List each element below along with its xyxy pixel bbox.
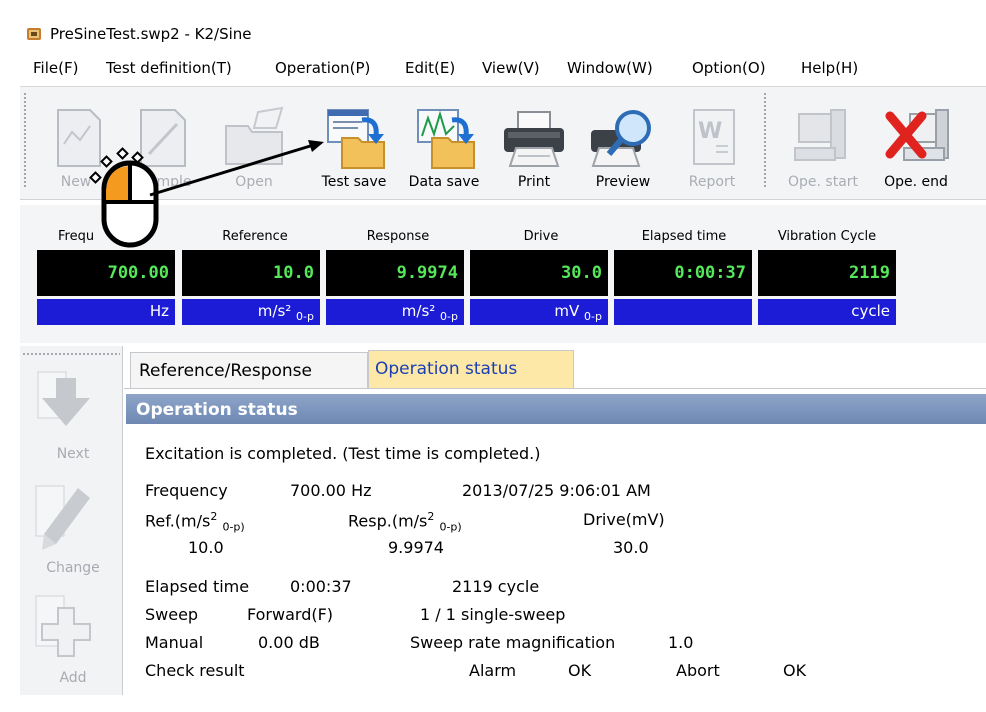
svg-text:W: W [698, 119, 722, 144]
sweep-rate-label: Sweep rate magnification [410, 633, 616, 652]
drive-caption: Drive [523, 229, 559, 244]
operation-start-button[interactable]: Ope. start [778, 92, 868, 196]
vibration-cycle-unit: cycle [758, 299, 896, 325]
toolbar-grip[interactable] [23, 92, 27, 188]
toolbar-grip-2[interactable] [763, 92, 767, 188]
tab-reference-response[interactable]: Reference/Response [130, 352, 368, 388]
alarm-label: Alarm [469, 661, 517, 680]
print-button[interactable]: Print [494, 92, 574, 196]
operation-status-header: Operation status [126, 394, 986, 424]
abort-result: OK [783, 661, 807, 680]
menu-help[interactable]: Help(H) [801, 59, 858, 77]
frequency-readout: 700.00 Hz [290, 481, 372, 500]
plus-icon [35, 595, 91, 657]
manual-label: Manual [145, 633, 204, 652]
sweep-label: Sweep [145, 605, 199, 624]
frequency-label: Frequency [145, 481, 228, 500]
operation-start-icon [794, 109, 846, 161]
mouse-click-annotation [89, 140, 324, 248]
drive-value: 30.0 [470, 250, 608, 296]
operation-end-icon [885, 109, 949, 161]
mouse-icon [101, 160, 159, 248]
pointer-arrow [149, 140, 324, 197]
report-label: Report [688, 174, 736, 190]
change-label: Change [46, 560, 100, 576]
operation-start-label: Ope. start [787, 174, 859, 190]
response-value: 9.9974 [326, 250, 464, 296]
menu-edit[interactable]: Edit(E) [405, 59, 455, 77]
elapsed-time-unit [614, 299, 752, 325]
change-button[interactable]: Change [28, 480, 118, 600]
operation-end-button[interactable]: Ope. end [868, 92, 964, 196]
completion-message: Excitation is completed. (Test time is c… [145, 444, 541, 463]
report-button[interactable]: W Report [672, 92, 752, 196]
down-arrow-icon [37, 371, 90, 426]
response-unit: m/s² 0-p [326, 299, 464, 325]
vibration-cycle-value: 2119 [758, 250, 896, 296]
vibration-cycle-caption: Vibration Cycle [777, 229, 877, 244]
pencil-icon [35, 485, 90, 550]
cycle-readout: 2119 cycle [452, 577, 540, 596]
menu-view[interactable]: View(V) [482, 59, 540, 77]
next-label: Next [56, 446, 90, 462]
drive-readout: 30.0 [613, 538, 649, 557]
menu-test-definition[interactable]: Test definition(T) [106, 59, 232, 77]
add-label: Add [59, 670, 87, 686]
data-save-label: Data save [408, 174, 480, 190]
elapsed-label: Elapsed time [145, 577, 250, 596]
sweep-count: 1 / 1 single-sweep [420, 605, 566, 624]
timestamp: 2013/07/25 9:06:01 AM [462, 481, 651, 500]
magnifier-preview-icon [591, 110, 651, 167]
drive-column-label: Drive(mV) [583, 510, 665, 529]
ref-readout: 10.0 [188, 538, 224, 557]
frequency-unit: Hz [37, 299, 175, 325]
reference-unit: m/s² 0-p [182, 299, 320, 325]
drive-unit: mV 0-p [470, 299, 608, 325]
alarm-result: OK [568, 661, 592, 680]
menu-option[interactable]: Option(O) [692, 59, 766, 77]
preview-label: Preview [595, 174, 651, 190]
preview-button[interactable]: Preview [578, 92, 668, 196]
resp-readout: 9.9974 [388, 538, 444, 557]
ref-column-label: Ref.(m/s2 0-p) [145, 510, 245, 534]
next-button[interactable]: Next [28, 362, 118, 482]
sidebar-grip[interactable] [22, 352, 120, 356]
elapsed-time-value: 0:00:37 [614, 250, 752, 296]
operation-status-panel [126, 424, 986, 695]
response-caption: Response [366, 229, 430, 244]
check-result-label: Check result [145, 661, 245, 680]
manual-readout: 0.00 dB [258, 633, 320, 652]
add-button[interactable]: Add [28, 592, 118, 712]
resp-column-label: Resp.(m/s2 0-p) [348, 510, 462, 534]
elapsed-time-caption: Elapsed time [641, 229, 727, 244]
operation-end-label: Ope. end [884, 174, 948, 190]
sweep-rate-readout: 1.0 [668, 633, 694, 652]
print-label: Print [517, 174, 551, 190]
abort-label: Abort [676, 661, 720, 680]
menu-window[interactable]: Window(W) [567, 59, 653, 77]
window-title: PreSineTest.swp2 - K2/Sine [50, 25, 252, 43]
word-report-icon: W [693, 109, 735, 165]
data-save-icon [417, 109, 475, 169]
data-save-button[interactable]: Data save [398, 92, 490, 196]
printer-icon [504, 111, 564, 167]
elapsed-readout: 0:00:37 [290, 577, 352, 596]
menu-file[interactable]: File(F) [33, 59, 78, 77]
app-icon [27, 28, 41, 40]
sweep-direction: Forward(F) [247, 605, 334, 624]
menu-operation[interactable]: Operation(P) [275, 59, 370, 77]
tab-operation-status[interactable]: Operation status [368, 350, 574, 388]
